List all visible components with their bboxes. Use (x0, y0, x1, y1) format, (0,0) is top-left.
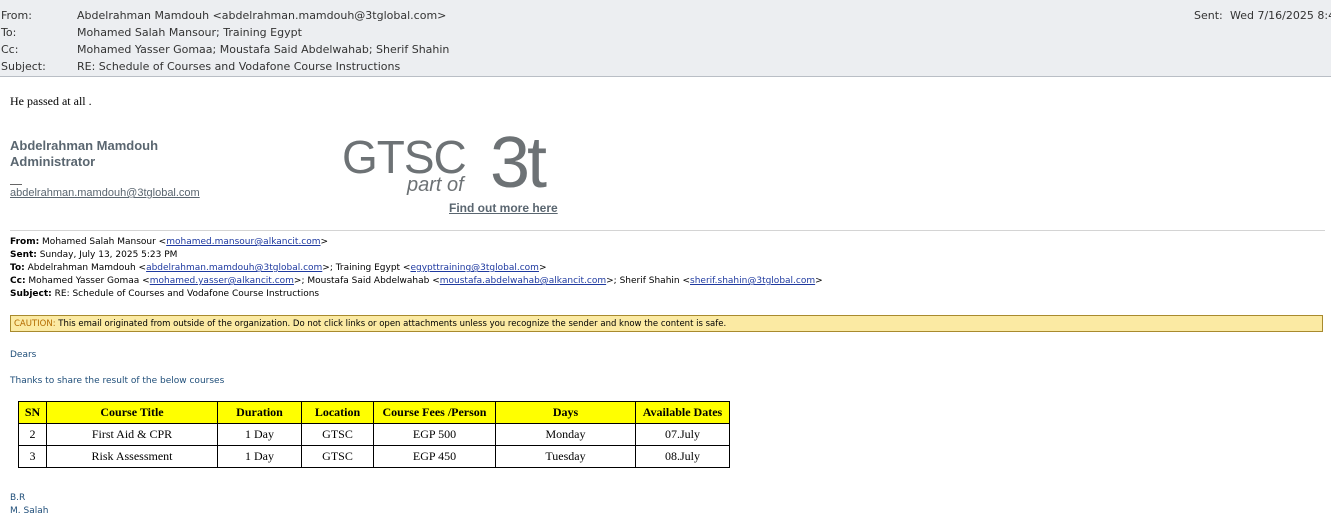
forward-separator (10, 230, 1325, 231)
fwd-from-name: Mohamed Salah Mansour < (42, 237, 167, 247)
cc-value[interactable]: Mohamed Yasser Gomaa; Moustafa Said Abde… (77, 43, 449, 56)
fwd-cc-email2-link[interactable]: moustafa.abdelwahab@alkancit.com (440, 276, 606, 286)
fwd-from-label: From: (10, 237, 40, 247)
caution-text: This email originated from outside of th… (58, 319, 727, 329)
table-row: 2 First Aid & CPR 1 Day GTSC EGP 500 Mon… (18, 423, 730, 446)
cell-fees: EGP 450 (373, 445, 496, 468)
caution-banner: CAUTION: This email originated from outs… (10, 315, 1323, 332)
table-row: 3 Risk Assessment 1 Day GTSC EGP 450 Tue… (18, 445, 730, 468)
message-header: From: Abdelrahman Mamdouh <abdelrahman.m… (0, 0, 1331, 77)
to-label: To: (1, 26, 17, 39)
cell-duration: 1 Day (217, 445, 302, 468)
3t-logo: 3t (490, 123, 547, 203)
sent-label: Sent: (1194, 9, 1223, 22)
fwd-from-email-link[interactable]: mohamed.mansour@alkancit.com (166, 237, 320, 247)
subject-value: RE: Schedule of Courses and Vodafone Cou… (77, 60, 401, 73)
forwarded-header: From: Mohamed Salah Mansour <mohamed.man… (10, 236, 823, 301)
fwd-sent-label: Sent: (10, 250, 37, 260)
greeting-text: Dears (10, 350, 37, 360)
fwd-to-email1-link[interactable]: abdelrahman.mamdouh@3tglobal.com (146, 263, 322, 273)
fwd-to-email2-link[interactable]: egypttraining@3tglobal.com (410, 263, 538, 273)
fwd-cc-label: Cc: (10, 276, 26, 286)
col-fees-header: Course Fees /Person (373, 401, 496, 424)
courses-table: SN Course Title Duration Location Course… (18, 401, 730, 468)
cell-sn: 3 (18, 445, 47, 468)
cell-course-title: Risk Assessment (46, 445, 218, 468)
signature-block: Abdelrahman Mamdouh Administrator (10, 138, 158, 170)
closing-name: M. Salah (10, 506, 49, 516)
cell-course-title: First Aid & CPR (46, 423, 218, 446)
fwd-cc-email3-link[interactable]: sherif.shahin@3tglobal.com (690, 276, 815, 286)
fwd-sent-value: Sunday, July 13, 2025 5:23 PM (39, 250, 178, 260)
signature-title: Administrator (10, 154, 96, 169)
find-out-more-link[interactable]: Find out more here (449, 201, 558, 215)
table-header-row: SN Course Title Duration Location Course… (18, 401, 730, 424)
fwd-subject-line: Subject: RE: Schedule of Courses and Vod… (10, 288, 823, 301)
reply-body-text: He passed at all . (10, 94, 92, 108)
closing-br: B.R (10, 493, 26, 503)
from-label: From: (1, 9, 32, 22)
cell-available-dates: 07.July (635, 423, 730, 446)
col-location-header: Location (301, 401, 374, 424)
signature-divider (10, 184, 22, 185)
fwd-to-name2: >; Training Egypt < (322, 263, 411, 273)
subject-label: Subject: (1, 60, 46, 73)
sent-value: Wed 7/16/2025 8:43 (1230, 9, 1331, 22)
cell-location: GTSC (301, 445, 374, 468)
fwd-cc-email1-link[interactable]: mohamed.yasser@alkancit.com (150, 276, 294, 286)
cell-available-dates: 08.July (635, 445, 730, 468)
fwd-to-label: To: (10, 263, 25, 273)
to-value[interactable]: Mohamed Salah Mansour; Training Egypt (77, 26, 302, 39)
col-available-dates-header: Available Dates (635, 401, 730, 424)
fwd-to-name1: Abdelrahman Mamdouh < (27, 263, 147, 273)
col-course-title-header: Course Title (46, 401, 218, 424)
cell-location: GTSC (301, 423, 374, 446)
fwd-cc-name3: >; Sherif Shahin < (606, 276, 691, 286)
fwd-cc-line: Cc: Mohamed Yasser Gomaa <mohamed.yasser… (10, 276, 823, 286)
fwd-subject-value: RE: Schedule of Courses and Vodafone Cou… (54, 289, 320, 299)
fwd-to-line: To: Abdelrahman Mamdouh <abdelrahman.mam… (10, 263, 547, 273)
signature-name: Abdelrahman Mamdouh (10, 138, 159, 153)
cell-days: Tuesday (495, 445, 636, 468)
cell-duration: 1 Day (217, 423, 302, 446)
cell-days: Monday (495, 423, 636, 446)
fwd-cc-name2: >; Moustafa Said Abdelwahab < (293, 276, 440, 286)
col-duration-header: Duration (217, 401, 302, 424)
fwd-cc-name1: Mohamed Yasser Gomaa < (28, 276, 150, 286)
col-sn-header: SN (18, 401, 47, 424)
from-value[interactable]: Abdelrahman Mamdouh <abdelrahman.mamdouh… (77, 9, 446, 22)
col-days-header: Days (495, 401, 636, 424)
gtsc-logo-subtext: part of (407, 174, 464, 196)
fwd-subject-label: Subject: (10, 289, 52, 299)
caution-label: CAUTION: (14, 319, 56, 329)
message-line: Thanks to share the result of the below … (10, 376, 225, 386)
cell-fees: EGP 500 (373, 423, 496, 446)
cc-label: Cc: (1, 43, 19, 56)
signature-email-link[interactable]: abdelrahman.mamdouh@3tglobal.com (10, 187, 200, 199)
fwd-sent-line: Sent: Sunday, July 13, 2025 5:23 PM (10, 249, 823, 262)
cell-sn: 2 (18, 423, 47, 446)
fwd-from-line: From: Mohamed Salah Mansour <mohamed.man… (10, 237, 329, 247)
